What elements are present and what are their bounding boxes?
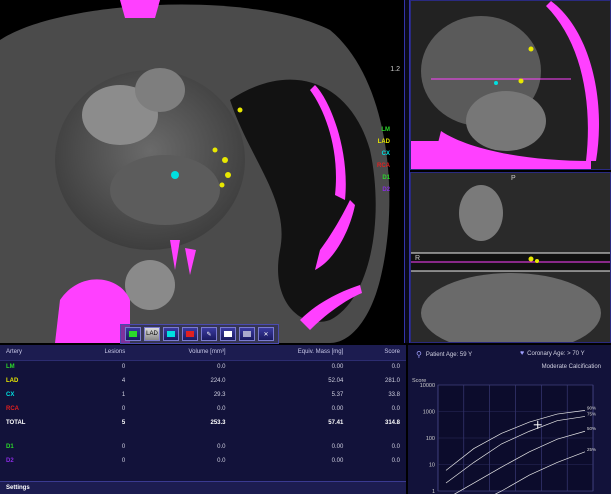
tool-rca-button[interactable]	[182, 327, 198, 341]
score-percentile-panel: ⚲ Patient Age: 59 Y ♥ Coronary Age: > 70…	[408, 345, 611, 494]
tool-lad-button[interactable]: LAD	[144, 327, 160, 341]
cell-artery: D1	[6, 444, 14, 450]
chart-series-label: 25%	[587, 447, 596, 452]
chart-y-axis-label: Score	[412, 378, 426, 384]
cardiac-calcium-scoring-window: 1.2 LM LAD CX RCA D1 D2 R P LAD ✎ ✕ Arte…	[0, 0, 611, 494]
coronal-ct-image	[411, 1, 610, 169]
cell-score: 33.8	[388, 392, 400, 398]
cell-volume: 0.0	[217, 364, 226, 371]
cell-lesions: 4	[121, 378, 126, 384]
close-icon: ✕	[263, 331, 269, 338]
cell-volume: 224.0	[210, 378, 226, 384]
table-row[interactable]: D2 0 0.0 0.00 0.0	[0, 454, 406, 468]
cell-score: 0.0	[391, 364, 400, 371]
legend-item-cx: CX	[381, 151, 390, 157]
cell-lesions: 5	[121, 420, 126, 426]
cell-score: 0.0	[391, 406, 400, 412]
cell-mass: 52.04	[328, 378, 344, 384]
axial-ct-image	[0, 0, 390, 343]
cell-score: 281.0	[384, 378, 400, 384]
table-row[interactable]: D1 0 0.0 0.00 0.0	[0, 440, 406, 454]
cell-score: 314.8	[384, 420, 400, 426]
table-row[interactable]: LAD 4 224.0 52.04 281.0	[0, 374, 406, 388]
cell-mass: 0.00	[331, 444, 344, 450]
legend-item-lm: LM	[381, 127, 390, 133]
calcium-score-table: Artery Lesions Volume [mm³] Equiv. Mass …	[0, 345, 406, 468]
delete-tool-button[interactable]: ✕	[258, 327, 274, 341]
chart-y-tick-label: 1000	[423, 410, 435, 416]
cell-score: 0.0	[391, 444, 400, 450]
cell-mass: 0.00	[331, 364, 344, 371]
cell-artery: LAD	[6, 378, 19, 384]
col-artery: Artery	[0, 345, 65, 361]
sagittal-ct-viewport[interactable]: R P	[410, 172, 611, 343]
cell-artery: CX	[6, 392, 15, 398]
chart-series-label: 90%	[587, 405, 596, 410]
patient-age-text: Patient Age: 59 Y	[425, 351, 473, 358]
zoom-label: 1.2	[390, 66, 400, 73]
legend-item-d1: D1	[382, 175, 390, 181]
tool-cx-button[interactable]	[163, 327, 179, 341]
settings-label: Settings	[6, 485, 30, 491]
col-score: Score	[349, 345, 406, 361]
cell-volume: 29.3	[213, 392, 226, 398]
cell-mass: 0.00	[331, 406, 344, 412]
table-spacer	[0, 430, 406, 440]
heart-icon: ♥	[520, 350, 525, 357]
legend-item-d2: D2	[382, 187, 390, 193]
coronal-ct-viewport[interactable]	[410, 0, 611, 170]
table-row[interactable]: RCA 0 0.0 0.00 0.0	[0, 402, 406, 416]
chart-y-tick-label: 1	[432, 489, 435, 494]
chart-series-label: 75%	[587, 411, 596, 416]
chart-series-label: 50%	[587, 426, 596, 431]
settings-bar[interactable]: Settings	[0, 481, 406, 494]
cell-volume: 0.0	[217, 444, 226, 450]
patient-age-row: ⚲ Patient Age: 59 Y	[416, 350, 472, 359]
cell-lesions: 0	[121, 458, 126, 464]
table-row[interactable]: CX 1 29.3 5.37 33.8	[0, 388, 406, 402]
table-row[interactable]: LM 0 0.0 0.00 0.0	[0, 360, 406, 374]
cell-artery: RCA	[6, 406, 19, 412]
cell-artery: D2	[6, 458, 14, 464]
cell-volume: 0.0	[217, 406, 226, 412]
cell-artery: TOTAL	[6, 420, 26, 426]
legend-item-rca: RCA	[377, 163, 390, 169]
tool-lm-button[interactable]	[125, 327, 141, 341]
lad-icon: LAD	[146, 331, 158, 337]
chart-y-tick-label: 100	[426, 436, 435, 442]
cell-lesions: 1	[121, 392, 126, 398]
col-volume: Volume [mm³]	[131, 345, 232, 361]
cell-volume: 0.0	[217, 458, 226, 464]
coronary-age-row: ♥ Coronary Age: > 70 Y	[520, 350, 585, 357]
cell-lesions: 0	[121, 444, 126, 450]
calcification-label: Moderate Calcification	[541, 364, 601, 370]
pen-icon: ✎	[206, 331, 212, 338]
col-mass: Equiv. Mass [mg]	[231, 345, 350, 361]
cell-volume: 253.3	[210, 420, 226, 426]
coronary-age-text: Coronary Age: > 70 Y	[527, 350, 585, 357]
chart-y-tick-label: 10	[429, 463, 435, 469]
scoring-table-panel: Artery Lesions Volume [mm³] Equiv. Mass …	[0, 345, 406, 494]
cell-mass: 5.37	[331, 392, 344, 398]
view2-tool-button[interactable]	[239, 327, 255, 341]
table-row[interactable]: TOTAL 5 253.3 57.41 314.8	[0, 416, 406, 430]
cell-score: 0.0	[391, 458, 400, 464]
patient-icon: ⚲	[416, 350, 422, 359]
view-tool-button[interactable]	[220, 327, 236, 341]
cell-lesions: 0	[121, 406, 126, 412]
cell-mass: 0.00	[331, 458, 344, 464]
orientation-label-p: P	[511, 175, 516, 182]
axial-ct-viewport[interactable]: 1.2 LM LAD CX RCA D1 D2	[0, 0, 404, 343]
cell-artery: LM	[6, 364, 15, 371]
col-lesions: Lesions	[64, 345, 132, 361]
orientation-label-r: R	[415, 255, 421, 262]
percentile-score-chart: 100001000100101Score90%75%50%25%	[412, 378, 596, 494]
cell-mass: 57.41	[328, 420, 344, 426]
cell-lesions: 0	[121, 364, 126, 371]
sagittal-ct-image	[411, 173, 610, 342]
legend-item-lad: LAD	[377, 139, 390, 145]
pen-tool-button[interactable]: ✎	[201, 327, 217, 341]
artery-toolbar: LAD ✎ ✕	[120, 324, 279, 344]
